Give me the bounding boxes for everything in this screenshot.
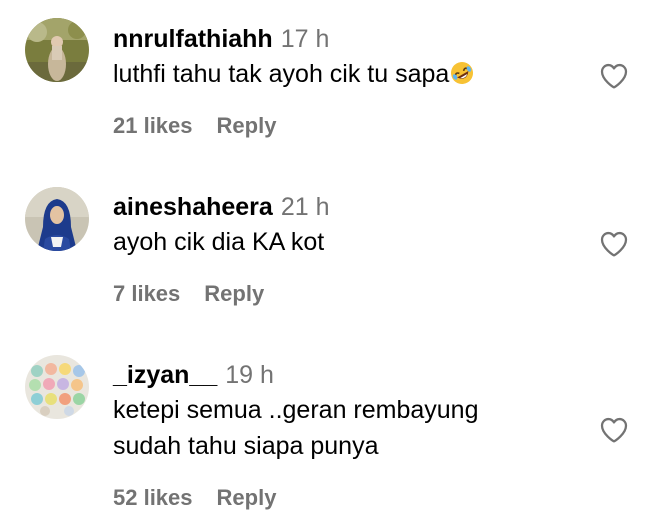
username-link[interactable]: _izyan__ (113, 361, 217, 389)
like-heart-icon[interactable] (597, 228, 631, 260)
comment-actions: 7 likes Reply (113, 280, 264, 308)
avatar[interactable] (25, 18, 89, 82)
reply-button[interactable]: Reply (217, 485, 277, 510)
comment-timestamp[interactable]: 21 h (281, 193, 330, 221)
comment-header: nnrulfathiahh 17 h (113, 24, 329, 54)
likes-count[interactable]: 52 likes (113, 485, 193, 510)
comment-actions: 21 likes Reply (113, 112, 276, 140)
comment-text-content: luthfi tahu tak ayoh cik tu sapa (113, 60, 450, 88)
avatar[interactable] (25, 187, 89, 251)
username-link[interactable]: nnrulfathiahh (113, 25, 273, 53)
comment-text-content: ayoh cik dia KA kot (113, 228, 325, 256)
comment-actions: 52 likes Reply (113, 484, 276, 512)
comment-timestamp[interactable]: 19 h (225, 361, 274, 389)
comment-text: ketepi semua ..geran rembayung sudah tah… (113, 392, 573, 464)
rolling-on-floor-laughing-emoji-icon (450, 61, 474, 85)
comment-text: luthfi tahu tak ayoh cik tu sapa (113, 56, 573, 92)
comment-timestamp[interactable]: 17 h (281, 25, 330, 53)
comment-text-line: ketepi semua ..geran rembayung (113, 396, 479, 424)
comment-header: _izyan__ 19 h (113, 360, 274, 390)
likes-count[interactable]: 7 likes (113, 281, 180, 306)
likes-count[interactable]: 21 likes (113, 113, 193, 138)
comment-text-line: sudah tahu siapa punya (113, 432, 379, 460)
username-link[interactable]: aineshaheera (113, 193, 273, 221)
avatar[interactable] (25, 355, 89, 419)
comment-text: ayoh cik dia KA kot (113, 224, 573, 260)
like-heart-icon[interactable] (597, 60, 631, 92)
reply-button[interactable]: Reply (217, 113, 277, 138)
like-heart-icon[interactable] (597, 414, 631, 446)
comment-header: aineshaheera 21 h (113, 192, 330, 222)
reply-button[interactable]: Reply (204, 281, 264, 306)
